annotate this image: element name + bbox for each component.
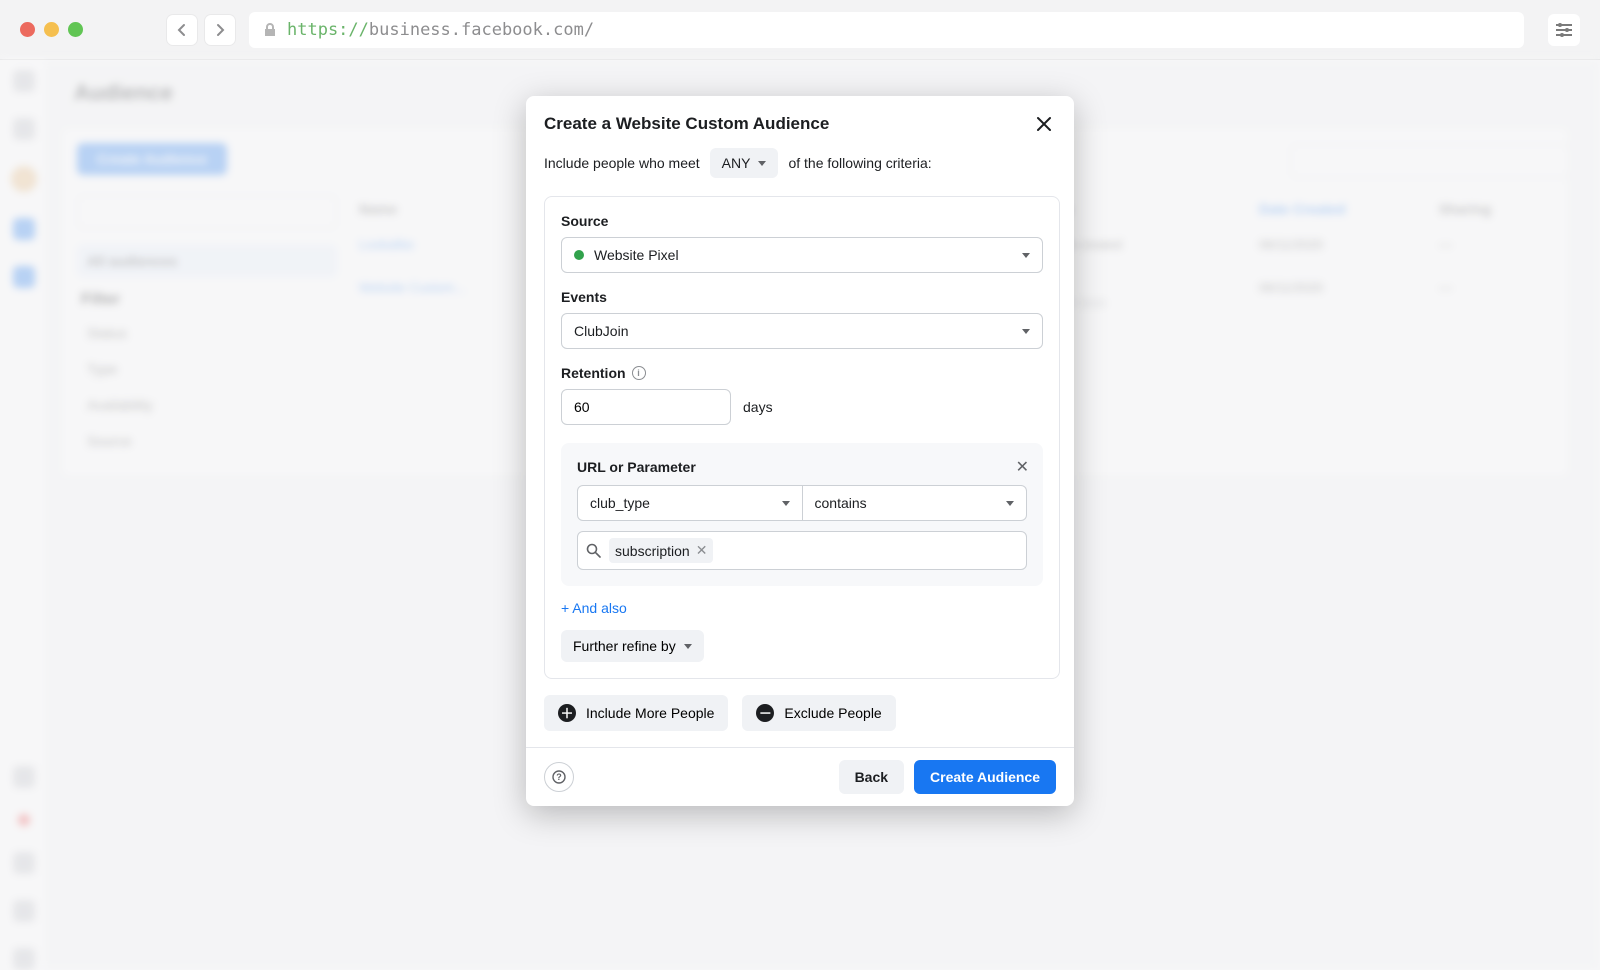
status-dot-icon [574,250,584,260]
create-audience-modal: Create a Website Custom Audience Include… [526,96,1074,806]
window-close-icon[interactable] [20,22,35,37]
parameter-field-dropdown[interactable]: club_type [577,485,803,521]
events-label: Events [561,289,1043,305]
minus-circle-icon: － [756,704,774,722]
info-icon[interactable]: i [632,366,646,380]
retention-unit: days [743,399,773,415]
chevron-down-icon [1022,329,1030,334]
chevron-down-icon [782,501,790,506]
events-dropdown[interactable]: ClubJoin [561,313,1043,349]
criteria-card: Source Website Pixel Events ClubJoin Ret… [544,196,1060,679]
window-minimize-icon[interactable] [44,22,59,37]
modal-body[interactable]: Include people who meet ANY of the follo… [526,142,1074,747]
modal-title: Create a Website Custom Audience [544,114,829,134]
match-type-value: ANY [722,155,751,171]
parameter-operator-dropdown[interactable]: contains [803,485,1028,521]
further-refine-dropdown[interactable]: Further refine by [561,630,704,662]
nav-back-button[interactable] [167,15,197,45]
svg-text:?: ? [556,772,562,782]
lock-icon [263,22,277,38]
remove-refine-button[interactable]: ✕ [1016,457,1029,477]
traffic-lights [20,22,83,37]
plus-circle-icon: ＋ [558,704,576,722]
chip-remove-button[interactable]: ✕ [696,542,708,559]
url-bar[interactable]: https://business.facebook.com/ [249,12,1524,48]
nav-forward-button[interactable] [205,15,235,45]
modal-overlay: Create a Website Custom Audience Include… [0,60,1600,970]
create-audience-submit-button[interactable]: Create Audience [914,760,1056,794]
search-icon [586,543,601,558]
parameter-operator-value: contains [815,495,867,511]
parameter-field-value: club_type [590,495,650,511]
include-more-people-button[interactable]: ＋ Include More People [544,695,728,731]
retention-input[interactable] [561,389,731,425]
parameter-value-input[interactable]: subscription ✕ [577,531,1027,570]
chevron-down-icon [1022,253,1030,258]
parameter-value-chip: subscription ✕ [609,538,713,563]
retention-label: Retention i [561,365,1043,381]
refine-title: URL or Parameter [577,459,1027,475]
window-zoom-icon[interactable] [68,22,83,37]
chevron-down-icon [684,644,692,649]
chevron-down-icon [1006,501,1014,506]
match-type-dropdown[interactable]: ANY [710,148,779,178]
further-refine-label: Further refine by [573,638,676,654]
url-host: business.facebook.com/ [369,20,594,40]
include-text-post: of the following criteria: [788,155,931,171]
browser-settings-button[interactable] [1548,14,1580,46]
source-label: Source [561,213,1043,229]
exclude-people-button[interactable]: － Exclude People [742,695,895,731]
source-value: Website Pixel [594,247,679,263]
chevron-down-icon [758,161,766,166]
back-button[interactable]: Back [839,760,904,794]
close-button[interactable] [1032,112,1056,136]
exclude-label: Exclude People [784,705,881,721]
url-parameter-block: ✕ URL or Parameter club_type contains [561,443,1043,586]
and-also-link[interactable]: + And also [561,600,1043,616]
modal-footer: ? Back Create Audience [526,747,1074,806]
events-value: ClubJoin [574,323,628,339]
include-text-pre: Include people who meet [544,155,700,171]
source-dropdown[interactable]: Website Pixel [561,237,1043,273]
url-scheme: https:// [287,20,369,40]
include-more-label: Include More People [586,705,714,721]
browser-chrome: https://business.facebook.com/ [0,0,1600,60]
help-button[interactable]: ? [544,762,574,792]
